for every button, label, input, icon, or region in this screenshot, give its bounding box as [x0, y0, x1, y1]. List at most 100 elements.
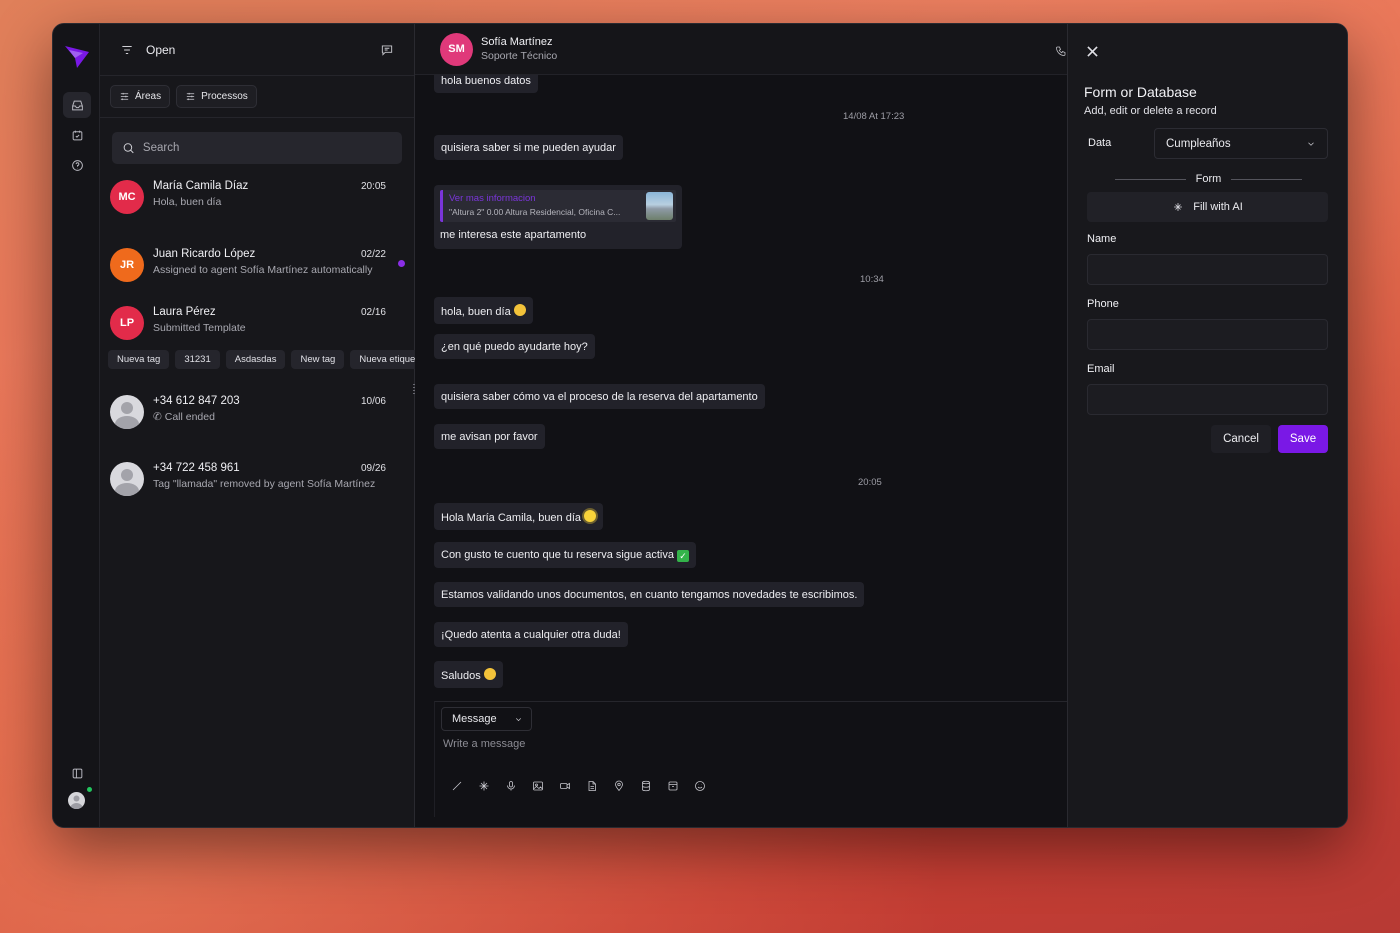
phone-icon[interactable] — [1055, 45, 1067, 57]
time-separator: 20:05 — [858, 477, 882, 488]
fill-with-ai-button[interactable]: Fill with AI — [1087, 192, 1328, 222]
link-preview-message[interactable]: Ver mas informacion "Altura 2" 0.00 Altu… — [434, 185, 682, 249]
message-bubble: quisiera saber si me pueden ayudar — [434, 135, 623, 160]
help-nav-button[interactable] — [63, 152, 91, 178]
emoji-icon[interactable] — [694, 780, 706, 792]
link-preview-title[interactable]: Ver mas informacion — [449, 193, 670, 204]
search-input[interactable] — [142, 142, 392, 154]
property-thumbnail — [646, 192, 673, 220]
message-text: Hola María Camila, buen día — [441, 512, 582, 524]
cancel-button[interactable]: Cancel — [1211, 425, 1271, 453]
message-bubble: hola, buen día — [434, 297, 533, 324]
filter-icon[interactable] — [120, 43, 134, 57]
tag[interactable]: Nueva tag — [108, 350, 170, 369]
archive-box-icon[interactable] — [667, 780, 679, 792]
form-database-panel: Form or Database Add, edit or delete a r… — [1067, 24, 1347, 827]
conversation-time: 09/26 — [360, 463, 386, 474]
form-divider: Form — [1115, 173, 1303, 185]
sparkles-icon[interactable] — [478, 780, 490, 792]
avatar: MC — [110, 180, 144, 214]
email-field[interactable] — [1087, 384, 1328, 415]
avatar: LP — [110, 306, 144, 340]
sliders-icon — [186, 92, 195, 101]
status-filter-label[interactable]: Open — [146, 43, 175, 57]
processos-filter-button[interactable]: Processos — [176, 85, 257, 108]
tag[interactable]: 31231 — [175, 350, 220, 369]
inbox-icon — [71, 100, 83, 110]
conversation-time: 20:05 — [360, 181, 386, 192]
chevron-down-icon — [516, 717, 521, 721]
nav-rail — [53, 24, 100, 827]
data-label: Data — [1088, 137, 1112, 149]
unread-dot — [398, 260, 405, 267]
smile-emoji-icon — [483, 668, 496, 680]
conversation-preview: Tag "llamada" removed by agent Sofía Mar… — [153, 478, 376, 490]
help-circle-icon — [71, 159, 83, 171]
avatar — [110, 462, 144, 496]
data-select[interactable]: Cumpleaños — [1154, 128, 1328, 159]
inbox-nav-button[interactable] — [63, 92, 91, 118]
tag-list: Nueva tag 31231 Asdasdas New tag Nueva e… — [100, 340, 435, 369]
app-window: Open Áreas Processos MC María Camila Día… — [52, 23, 1348, 828]
calendar-nav-button[interactable] — [63, 122, 91, 148]
panel-subtitle: Add, edit or delete a record — [1084, 105, 1217, 117]
contact-name: Sofía Martínez — [481, 36, 553, 48]
sparkles-icon — [1174, 203, 1183, 211]
message-text: Con gusto te cuento que tu reserva sigue… — [441, 549, 674, 561]
image-icon[interactable] — [532, 780, 544, 792]
contact-name: +34 722 458 961 — [153, 462, 240, 474]
message-input[interactable] — [443, 738, 1043, 762]
phone-field[interactable] — [1087, 319, 1328, 350]
conversation-preview: Submitted Template — [153, 322, 246, 334]
contact-name: Laura Pérez — [153, 306, 216, 318]
contact-name: Juan Ricardo López — [153, 248, 256, 260]
save-button[interactable]: Save — [1278, 425, 1328, 453]
avatar: JR — [110, 248, 144, 282]
conversation-item-laura[interactable]: LP Laura Pérez 02/16 Submitted Template — [100, 306, 414, 340]
document-icon[interactable] — [586, 780, 598, 792]
composer-toolbar — [451, 780, 706, 792]
contact-avatar: SM — [440, 32, 473, 66]
message-bubble: Saludos — [434, 661, 503, 688]
name-field[interactable] — [1087, 254, 1328, 285]
location-pin-icon[interactable] — [613, 780, 625, 792]
panel-title: Form or Database — [1084, 84, 1197, 100]
conversation-preview: Assigned to agent Sofía Martínez automat… — [153, 264, 373, 276]
fill-with-ai-label: Fill with AI — [1193, 201, 1243, 213]
signature-icon[interactable] — [451, 780, 463, 792]
user-avatar[interactable] — [68, 792, 85, 809]
tag[interactable]: Asdasdas — [225, 350, 286, 369]
search-box — [112, 132, 402, 164]
areas-filter-button[interactable]: Áreas — [110, 85, 171, 108]
filter-bar: Áreas Processos — [100, 76, 414, 118]
conversation-item-phone-2[interactable]: +34 722 458 961 09/26 Tag "llamada" remo… — [100, 462, 414, 496]
link-preview-description: "Altura 2" 0.00 Altura Residencial, Ofic… — [449, 207, 621, 217]
video-icon[interactable] — [559, 780, 571, 792]
close-icon[interactable] — [1087, 46, 1098, 57]
message-type-select[interactable]: Message — [441, 707, 532, 731]
data-select-value: Cumpleaños — [1166, 137, 1231, 150]
sliders-icon — [120, 92, 129, 101]
call-ended-icon: ✆ — [153, 411, 162, 423]
conversation-item-maria[interactable]: MC María Camila Díaz 20:05 Hola, buen dí… — [100, 180, 414, 214]
conversation-item-juan[interactable]: JR Juan Ricardo López 02/22 Assigned to … — [100, 248, 414, 282]
avatar — [110, 395, 144, 429]
chat-header: SM Sofía Martínez Soporte Técnico — [415, 24, 1067, 75]
message-text: me interesa este apartamento — [440, 229, 587, 241]
message-bubble: ¿en qué puedo ayudarte hoy? — [434, 334, 595, 359]
tag[interactable]: New tag — [291, 350, 345, 369]
microphone-icon[interactable] — [505, 780, 517, 792]
message-bubble: me avisan por favor — [434, 424, 545, 449]
conversation-item-phone-1[interactable]: +34 612 847 203 10/06 ✆ Call ended — [100, 395, 414, 429]
calendar-check-icon — [72, 130, 82, 140]
new-chat-icon[interactable] — [380, 43, 394, 57]
online-status-dot — [86, 786, 93, 793]
contact-name: +34 612 847 203 — [153, 395, 240, 407]
toggle-sidebar-button[interactable] — [63, 760, 91, 786]
conversation-list-panel: Open Áreas Processos MC María Camila Día… — [100, 24, 435, 827]
conversation-preview: Hola, buen día — [153, 196, 222, 208]
form-divider-label: Form — [1195, 173, 1222, 185]
database-icon[interactable] — [640, 780, 652, 792]
user-avatar-icon — [70, 795, 83, 809]
search-icon — [123, 143, 134, 154]
